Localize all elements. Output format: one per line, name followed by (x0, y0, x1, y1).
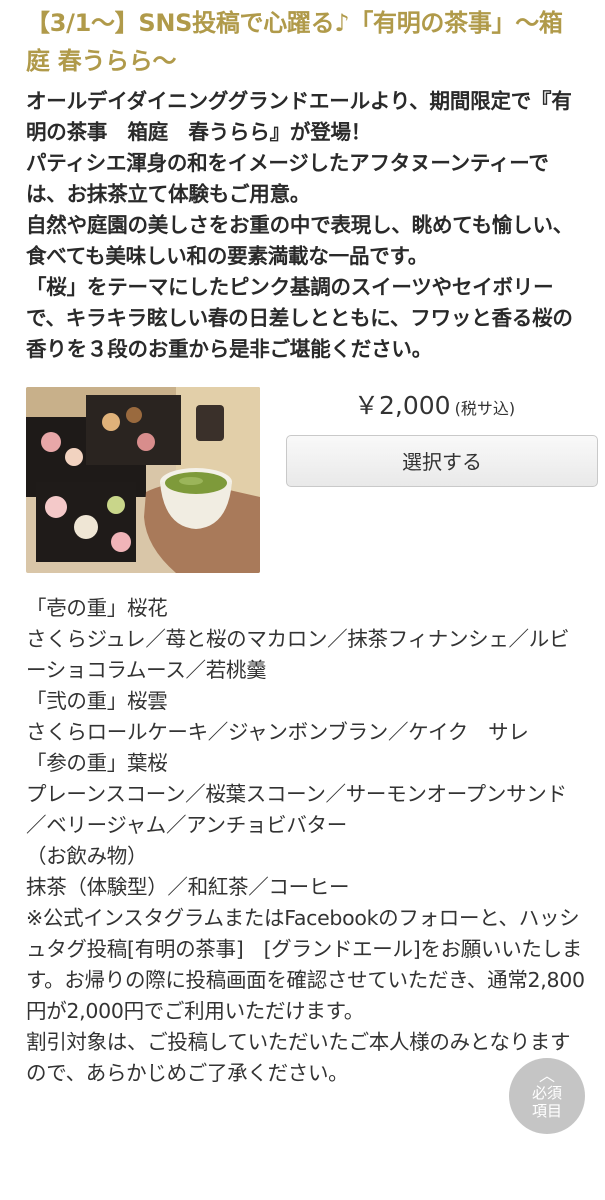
intro-paragraph: オールデイダイニンググランドエールより、期間限定で『有明の茶事 箱庭 春うらら』… (26, 89, 572, 144)
required-fields-button[interactable]: ︿ 必須 項目 (509, 1058, 585, 1134)
menu-item: ※公式インスタグラムまたはFacebookのフォローと、ハッシュタグ投稿[有明の… (26, 906, 585, 1023)
price: ￥2,000 (税サ込) (354, 389, 515, 426)
menu-list: 「壱の重」桜花 さくらジュレ／苺と桜のマカロン／抹茶フィナンシェ／ルビーショコラ… (26, 593, 585, 1089)
badge-line-2: 項目 (531, 1102, 562, 1120)
page-title: 【3/1〜】SNS投稿で心躍る♪「有明の茶事」〜箱庭 春うらら〜 (26, 9, 563, 75)
menu-item: 割引対象は、ご投稿していただいたご本人様のみとなりますので、あらかじめご了承くだ… (26, 1030, 571, 1085)
menu-item: 「弐の重」桜雲 (26, 689, 168, 713)
product-photo (26, 387, 260, 573)
badge-line-1: 必須 (531, 1084, 562, 1102)
page: 【3/1〜】SNS投稿で心躍る♪「有明の茶事」〜箱庭 春うらら〜 オールデイダイ… (0, 0, 605, 1200)
menu-item: （お飲み物） (26, 844, 148, 868)
chevron-up-icon: ︿ (538, 1066, 555, 1085)
intro-text: オールデイダイニンググランドエールより、期間限定で『有明の茶事 箱庭 春うらら』… (26, 86, 585, 365)
menu-item: さくらジュレ／苺と桜のマカロン／抹茶フィナンシェ／ルビーショコラムース／若桃羹 (26, 627, 570, 682)
intro-paragraph: 「桜」をテーマにしたピンク基調のスイーツやセイボリーで、キラキラ眩しい春の日差し… (26, 275, 573, 361)
select-button[interactable]: 選択する (286, 435, 598, 487)
intro-paragraph: パティシエ渾身の和をイメージしたアフタヌーンティーでは、お抹茶立て体験もご用意。 (26, 151, 549, 206)
price-value: ￥2,000 (354, 391, 451, 420)
intro-paragraph: 自然や庭園の美しさをお重の中で表現し、眺めても愉しい、食べても美味しい和の要素満… (26, 213, 574, 268)
menu-item: 抹茶（体験型）／和紅茶／コーヒー (26, 875, 350, 899)
product-card: ￥2,000 (税サ込) 選択する (26, 387, 598, 593)
menu-item: プレーンスコーン／桜葉スコーン／サーモンオープンサンド／ベリージャム／アンチョビ… (26, 782, 567, 837)
tax-note: (税サ込) (454, 399, 516, 418)
menu-item: 「参の重」葉桜 (26, 751, 168, 775)
menu-item: さくらロールケーキ／ジャンボンブラン／ケイク サレ (26, 720, 529, 744)
menu-item: 「壱の重」桜花 (26, 596, 168, 620)
